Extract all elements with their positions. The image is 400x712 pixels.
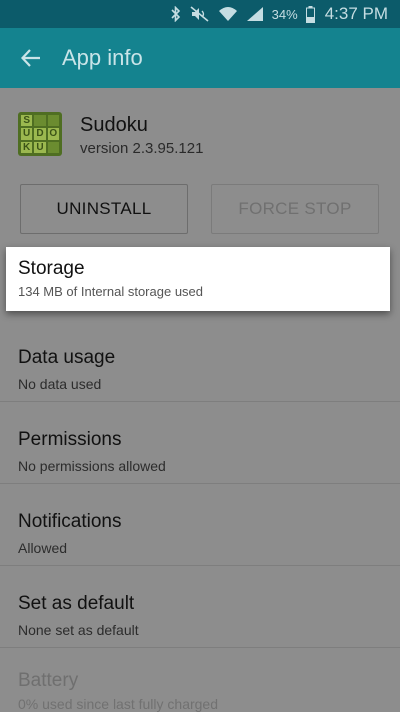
status-bar: 34% 4:37 PM bbox=[0, 0, 400, 28]
list-item-title: Data usage bbox=[18, 347, 116, 368]
back-button[interactable] bbox=[0, 28, 62, 88]
app-icon-cell: D bbox=[34, 128, 46, 140]
list-item-title: Battery bbox=[18, 670, 79, 691]
app-icon-cell: S bbox=[21, 115, 33, 127]
list-item-subtitle: None set as default bbox=[18, 622, 139, 638]
app-bar: App info bbox=[0, 28, 400, 88]
mute-icon bbox=[190, 6, 210, 22]
bluetooth-icon bbox=[170, 6, 182, 22]
page-title: App info bbox=[62, 45, 143, 70]
divider bbox=[0, 401, 400, 402]
list-item-subtitle: 0% used since last fully charged bbox=[18, 696, 218, 712]
app-icon-cell bbox=[34, 115, 46, 127]
storage-subtitle: 134 MB of Internal storage used bbox=[18, 284, 204, 299]
storage-item[interactable]: Storage 134 MB of Internal storage used bbox=[6, 247, 390, 311]
data-usage-item[interactable]: Data usage No data used bbox=[0, 329, 400, 411]
signal-icon bbox=[246, 6, 264, 22]
permissions-item[interactable]: Permissions No permissions allowed bbox=[0, 411, 400, 493]
list-item-title: Set as default bbox=[18, 593, 135, 614]
storage-title: Storage bbox=[18, 258, 85, 279]
app-icon-cell bbox=[47, 115, 59, 127]
list-item-subtitle: No data used bbox=[18, 376, 102, 392]
divider bbox=[0, 565, 400, 566]
app-icon-cell: U bbox=[21, 128, 33, 140]
app-icon: S U D O K U bbox=[18, 112, 62, 156]
back-arrow-icon bbox=[20, 49, 40, 67]
battery-icon bbox=[305, 5, 315, 23]
app-icon-cell: U bbox=[34, 141, 46, 153]
app-name: Sudoku bbox=[80, 114, 148, 136]
divider bbox=[0, 647, 400, 648]
list-item-title: Notifications bbox=[18, 511, 122, 532]
wifi-icon bbox=[218, 6, 238, 22]
app-icon-cell: K bbox=[21, 141, 33, 153]
force-stop-button[interactable]: FORCE STOP bbox=[211, 184, 379, 234]
notifications-item[interactable]: Notifications Allowed bbox=[0, 493, 400, 575]
app-icon-cell bbox=[47, 141, 59, 153]
list-item-subtitle: Allowed bbox=[18, 540, 68, 556]
list-item-subtitle: No permissions allowed bbox=[18, 458, 166, 474]
divider bbox=[0, 483, 400, 484]
uninstall-button[interactable]: UNINSTALL bbox=[20, 184, 188, 234]
battery-item[interactable]: Battery 0% used since last fully charged bbox=[0, 652, 400, 712]
app-icon-cell: O bbox=[47, 128, 59, 140]
status-time: 4:37 PM bbox=[324, 4, 388, 23]
battery-percent: 34% bbox=[271, 6, 298, 22]
set-as-default-item[interactable]: Set as default None set as default bbox=[0, 575, 400, 657]
app-version: version 2.3.95.121 bbox=[80, 140, 204, 157]
list-item-title: Permissions bbox=[18, 429, 122, 450]
